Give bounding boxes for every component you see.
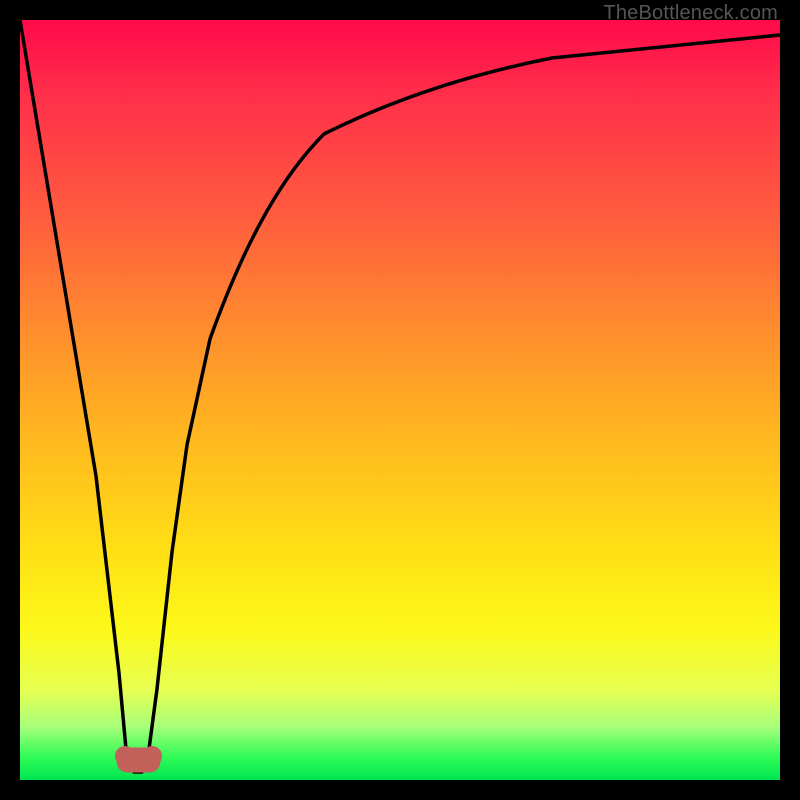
min-point-blob [115,746,162,772]
bottleneck-curve [20,20,780,772]
plot-area [20,20,780,780]
watermark-text: TheBottleneck.com [603,2,778,25]
chart-frame: TheBottleneck.com [0,0,800,800]
chart-svg [20,20,780,780]
